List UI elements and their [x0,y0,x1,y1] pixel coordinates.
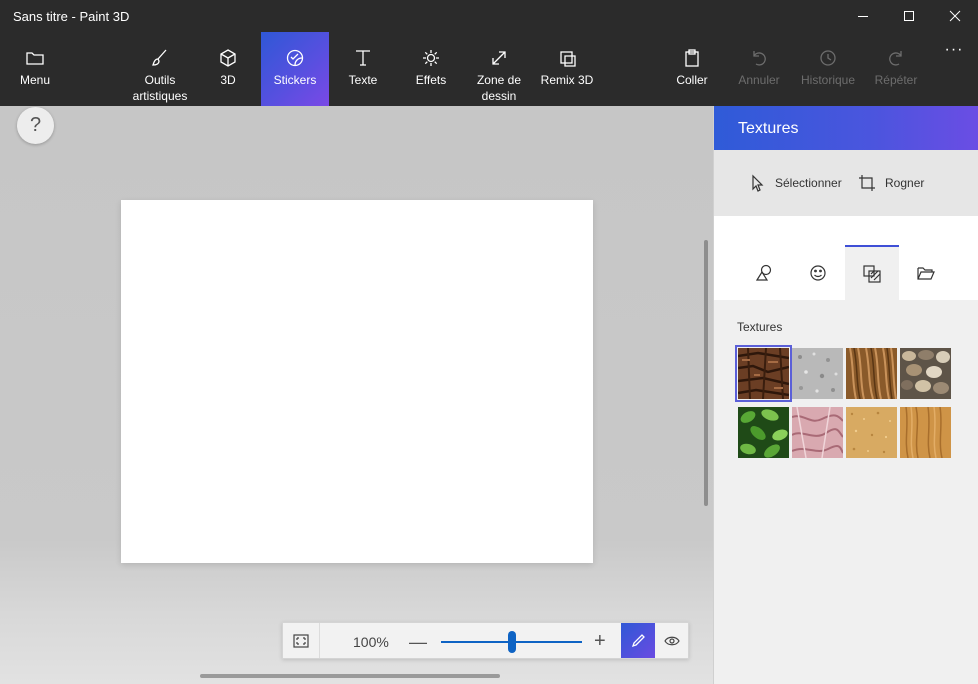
crop-icon [859,175,875,191]
texture-pink-marble[interactable] [792,407,843,458]
zoom-slider-thumb[interactable] [507,631,516,653]
fit-screen-icon [293,633,309,648]
sun-icon [421,46,441,70]
fit-to-screen-button[interactable] [283,623,320,658]
maximize-button[interactable] [886,0,932,32]
eye-icon [664,636,680,645]
3d-shapes-button[interactable]: 3D [196,32,260,106]
zoom-bar: 100% — + [282,622,689,659]
remix-3d-button[interactable]: Remix 3D [533,32,601,106]
minimize-button[interactable] [840,0,886,32]
select-button[interactable]: Sélectionner [750,174,842,192]
zoom-percent: 100% [353,634,389,650]
zoom-out-button[interactable]: — [409,632,427,653]
vertical-scrollbar[interactable] [704,240,708,506]
textures-panel: Textures Sélectionner Rogner Textures [713,106,978,684]
panel-actions: Sélectionner Rogner [714,150,978,216]
ellipsis-icon: ··· [944,41,964,58]
drawing-canvas[interactable] [121,200,593,563]
menu-button[interactable]: Menu [0,32,70,106]
texture-leaves[interactable] [738,407,789,458]
undo-button[interactable]: Annuler [726,32,792,106]
cursor-icon [752,174,764,192]
cube-icon [218,46,238,70]
folder-icon [25,46,45,70]
minimize-icon [858,16,868,17]
edit-mode-button[interactable] [621,623,655,658]
texture-granite[interactable] [792,348,843,399]
resize-icon [489,46,509,70]
canvas-button[interactable]: Zone de dessin [465,32,533,106]
zoom-in-button[interactable]: + [594,630,606,653]
effects-button[interactable]: Effets [397,32,465,106]
history-icon [818,46,838,70]
texture-pebbles[interactable] [900,348,951,399]
history-button[interactable]: Historique [794,32,862,106]
help-button[interactable]: ? [17,107,54,144]
text-icon [353,46,373,70]
art-tools-button[interactable]: Outils artistiques [124,32,196,106]
sticker-tabs [714,216,978,300]
stickers-button[interactable]: Stickers [261,32,329,106]
panel-title: Textures [714,106,978,150]
smiley-sticker-icon [810,264,826,281]
redo-icon [886,46,906,70]
tab-textures[interactable] [845,245,899,300]
view-mode-button[interactable] [655,623,689,658]
sticker-icon [285,46,305,70]
texture-sand[interactable] [846,407,897,458]
paste-button[interactable]: Coller [658,32,726,106]
undo-icon [749,46,769,70]
shapes-icon [755,264,772,281]
open-folder-icon [917,266,935,280]
tab-shapes[interactable] [737,245,791,300]
texture-icon [863,264,881,283]
close-button[interactable] [932,0,978,32]
maximize-icon [904,11,914,21]
clipboard-icon [682,46,702,70]
pencil-icon [631,633,645,647]
title-bar: Sans titre - Paint 3D [0,0,978,32]
more-options-button[interactable]: ··· [934,32,974,106]
texture-hair[interactable] [846,348,897,399]
crop-button[interactable]: Rogner [858,174,924,192]
brush-icon [150,46,170,70]
main-toolbar: Menu Outils artistiques 3D Stickers Text… [0,32,978,106]
tab-custom[interactable] [899,245,953,300]
remix-icon [557,46,577,70]
texture-bark[interactable] [735,345,792,402]
redo-button[interactable]: Répéter [862,32,930,106]
textures-section-label: Textures [737,320,783,334]
close-icon [949,10,961,22]
horizontal-scrollbar[interactable] [200,674,500,678]
text-button[interactable]: Texte [329,32,397,106]
window-title: Sans titre - Paint 3D [13,9,130,24]
texture-wood[interactable] [900,407,951,458]
tab-stickers[interactable] [791,245,845,300]
